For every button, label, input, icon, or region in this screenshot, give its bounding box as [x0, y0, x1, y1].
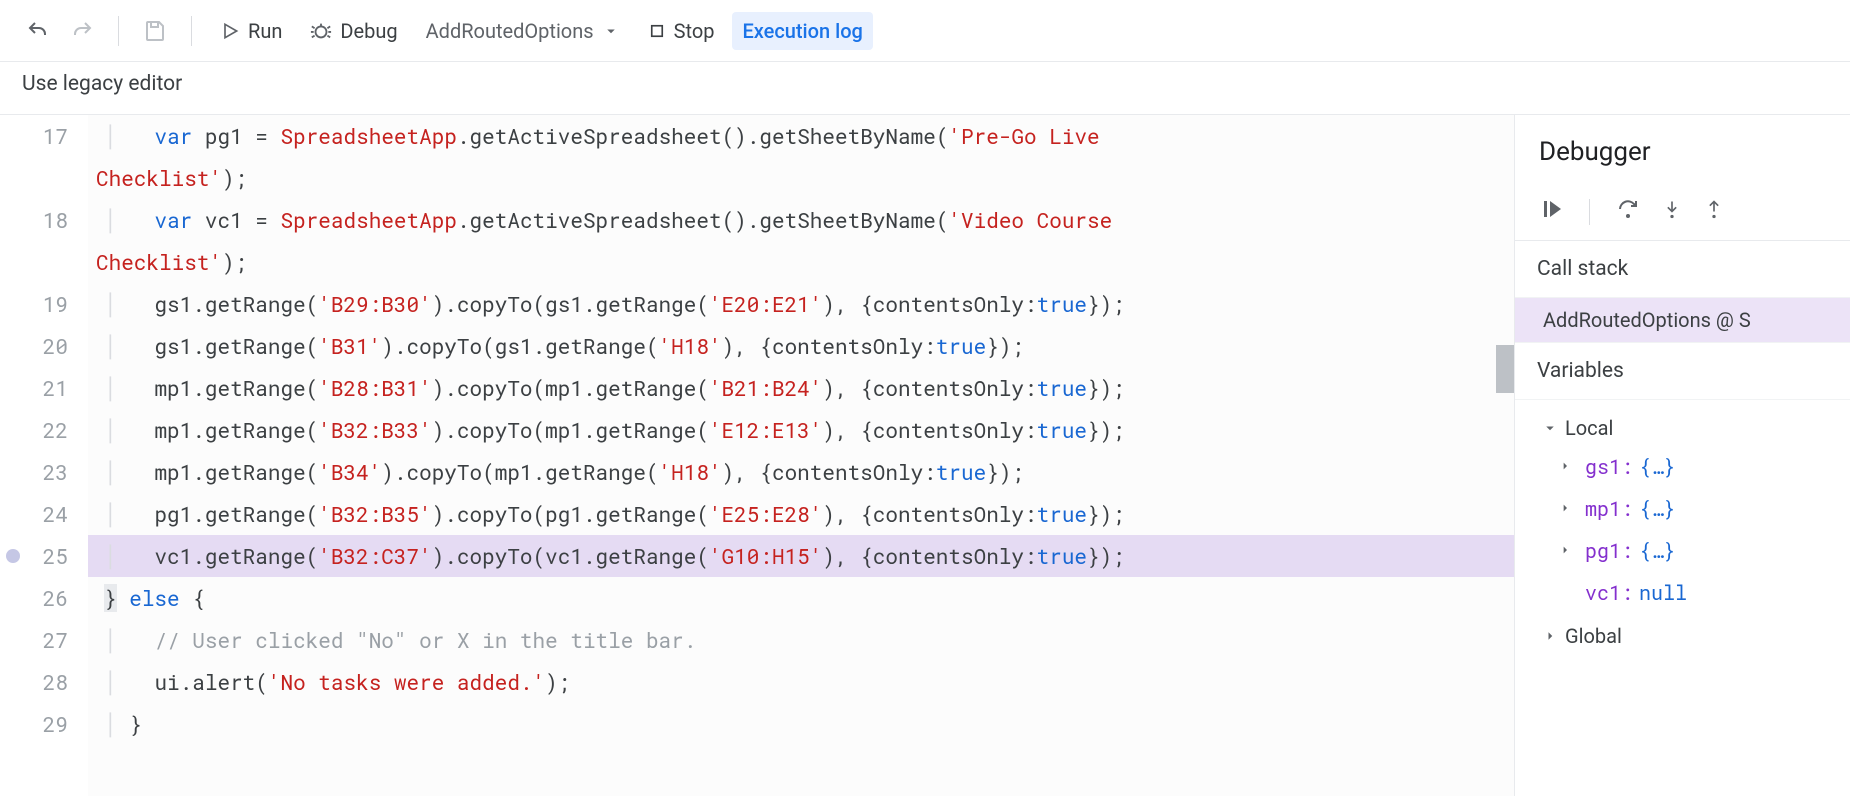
code-line[interactable]: │ mp1.getRange('B34').copyTo(mp1.getRang…: [88, 451, 1514, 493]
line-number[interactable]: 27: [0, 619, 88, 661]
execution-log-button[interactable]: Execution log: [732, 12, 872, 50]
code-line[interactable]: │ gs1.getRange('B29:B30').copyTo(gs1.get…: [88, 283, 1514, 325]
resume-icon: [1539, 197, 1563, 221]
run-button[interactable]: Run: [210, 12, 292, 50]
chevron-right-icon: [1557, 496, 1579, 522]
bug-icon: [310, 20, 332, 42]
stop-label: Stop: [674, 19, 715, 43]
code-line[interactable]: } else {: [88, 577, 1514, 619]
play-icon: [220, 21, 240, 41]
code-line[interactable]: │ vc1.getRange('B32:C37').copyTo(vc1.get…: [88, 535, 1514, 577]
chevron-right-icon: [1541, 627, 1559, 645]
use-legacy-editor-link[interactable]: Use legacy editor: [22, 72, 182, 96]
scope-global[interactable]: Global: [1535, 614, 1850, 654]
line-number[interactable]: 17: [0, 115, 88, 157]
variable-row[interactable]: pg1: {…}: [1549, 530, 1850, 572]
variable-row[interactable]: vc1: null: [1549, 572, 1850, 614]
scope-local[interactable]: Local: [1535, 406, 1850, 446]
subbar: Use legacy editor: [0, 62, 1850, 114]
variable-name: gs1:: [1585, 454, 1633, 480]
code-editor[interactable]: 17 18 1920212223242526272829 │ var pg1 = S…: [0, 115, 1514, 796]
chevron-right-icon: [1557, 538, 1579, 564]
separator: [118, 16, 119, 46]
step-into-icon: [1662, 197, 1682, 221]
variables-header: Variables: [1515, 342, 1850, 400]
variable-name: vc1:: [1585, 580, 1633, 606]
main: 17 18 1920212223242526272829 │ var pg1 = S…: [0, 114, 1850, 796]
line-number[interactable]: 29: [0, 703, 88, 745]
variable-row[interactable]: gs1: {…}: [1549, 446, 1850, 488]
debug-button[interactable]: Debug: [300, 12, 407, 50]
line-number[interactable]: 21: [0, 367, 88, 409]
function-selector[interactable]: AddRoutedOptions: [416, 12, 630, 50]
line-number[interactable]: 19: [0, 283, 88, 325]
save-icon: [143, 19, 167, 43]
line-number[interactable]: 28: [0, 661, 88, 703]
stop-button[interactable]: Stop: [638, 12, 725, 50]
variable-value: {…}: [1639, 454, 1675, 480]
code-line[interactable]: │ pg1.getRange('B32:B35').copyTo(pg1.get…: [88, 493, 1514, 535]
chevron-right-icon: [1557, 454, 1579, 480]
function-selected-name: AddRoutedOptions: [426, 19, 594, 43]
line-number[interactable]: 24: [0, 493, 88, 535]
code-line[interactable]: Checklist');: [88, 241, 1514, 283]
variable-value: {…}: [1639, 538, 1675, 564]
separator: [1589, 199, 1590, 225]
save-button[interactable]: [137, 12, 173, 50]
code-content[interactable]: │ var pg1 = SpreadsheetApp.getActiveSpre…: [88, 115, 1514, 796]
debugger-panel: Debugger Call stack AddRoutedOptions @ S…: [1514, 115, 1850, 796]
line-number[interactable]: 26: [0, 577, 88, 619]
redo-button[interactable]: [64, 12, 100, 50]
variable-name: mp1:: [1585, 496, 1633, 522]
debugger-controls: [1515, 189, 1850, 241]
variable-row[interactable]: mp1: {…}: [1549, 488, 1850, 530]
step-into-button[interactable]: [1662, 197, 1682, 226]
debug-label: Debug: [340, 19, 397, 43]
scope-global-label: Global: [1565, 624, 1622, 648]
scrollbar-thumb[interactable]: [1496, 345, 1514, 393]
line-number[interactable]: 18: [0, 199, 88, 241]
chevron-down-icon: [1541, 419, 1559, 437]
toolbar: Run Debug AddRoutedOptions Stop Executio…: [0, 0, 1850, 62]
undo-button[interactable]: [20, 12, 56, 50]
line-number[interactable]: [0, 241, 88, 283]
call-stack-header: Call stack: [1515, 241, 1850, 298]
step-out-button[interactable]: [1704, 197, 1724, 226]
code-line[interactable]: │ var pg1 = SpreadsheetApp.getActiveSpre…: [88, 115, 1514, 157]
stack-frame[interactable]: AddRoutedOptions @ S: [1515, 298, 1850, 342]
debugger-title: Debugger: [1515, 115, 1850, 189]
chevron-down-icon: [602, 22, 620, 40]
variables-tree: Local gs1: {…}mp1: {…}pg1: {…}vc1: null …: [1515, 400, 1850, 654]
undo-icon: [26, 19, 50, 43]
line-number[interactable]: [0, 157, 88, 199]
scope-local-label: Local: [1565, 416, 1613, 440]
step-over-button[interactable]: [1616, 197, 1640, 226]
line-number[interactable]: 22: [0, 409, 88, 451]
line-number-gutter[interactable]: 17 18 1920212223242526272829: [0, 115, 88, 796]
code-line[interactable]: │ mp1.getRange('B28:B31').copyTo(mp1.get…: [88, 367, 1514, 409]
variable-value: null: [1639, 580, 1687, 606]
code-line[interactable]: │ gs1.getRange('B31').copyTo(gs1.getRang…: [88, 325, 1514, 367]
step-over-icon: [1616, 197, 1640, 221]
code-line[interactable]: │ // User clicked "No" or X in the title…: [88, 619, 1514, 661]
code-line[interactable]: Checklist');: [88, 157, 1514, 199]
line-number[interactable]: 25: [0, 535, 88, 577]
code-line[interactable]: │ mp1.getRange('B32:B33').copyTo(mp1.get…: [88, 409, 1514, 451]
line-number[interactable]: 23: [0, 451, 88, 493]
resume-button[interactable]: [1539, 197, 1563, 226]
code-line[interactable]: │ }: [88, 703, 1514, 745]
execution-log-label: Execution log: [742, 19, 862, 43]
redo-icon: [70, 19, 94, 43]
step-out-icon: [1704, 197, 1724, 221]
line-number[interactable]: 20: [0, 325, 88, 367]
stop-icon: [648, 22, 666, 40]
run-label: Run: [248, 19, 282, 43]
variable-name: pg1:: [1585, 538, 1633, 564]
variable-value: {…}: [1639, 496, 1675, 522]
code-line[interactable]: │ var vc1 = SpreadsheetApp.getActiveSpre…: [88, 199, 1514, 241]
code-line[interactable]: │ ui.alert('No tasks were added.');: [88, 661, 1514, 703]
separator: [191, 16, 192, 46]
